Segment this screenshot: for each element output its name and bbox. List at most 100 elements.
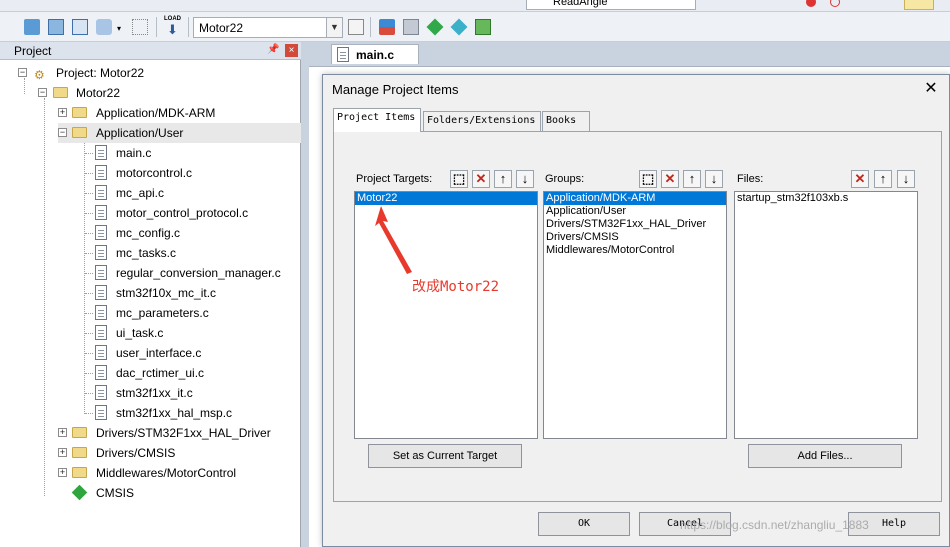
batch-build-icon[interactable] (96, 19, 112, 35)
tree-group-label: Middlewares/MotorControl (96, 466, 237, 480)
move-down-group-button[interactable]: ↓ (705, 170, 723, 188)
list-item-group[interactable]: Middlewares/MotorControl (544, 244, 726, 257)
file-icon (95, 265, 107, 280)
ok-button[interactable]: OK (538, 512, 630, 536)
collapse-icon[interactable]: − (18, 68, 27, 77)
tree-file[interactable]: regular_conversion_manager.c (85, 263, 301, 283)
folder-icon (72, 467, 87, 478)
target-select-value: Motor22 (199, 21, 244, 35)
list-item-group[interactable]: Application/User (544, 205, 726, 218)
load-icon[interactable]: LOAD ⬇ (164, 16, 182, 38)
close-icon[interactable]: ✕ (920, 78, 942, 100)
new-group-button[interactable]: ⬚ (639, 170, 657, 188)
tree-file[interactable]: dac_rctimer_ui.c (85, 363, 301, 383)
close-icon[interactable]: × (285, 44, 298, 57)
manage-components-icon[interactable] (379, 19, 395, 35)
tree-group[interactable]: + Middlewares/MotorControl (58, 463, 301, 483)
move-down-target-button[interactable]: ↓ (516, 170, 534, 188)
help-label: Help (881, 518, 907, 529)
collapse-icon[interactable]: − (58, 128, 67, 137)
tree-file[interactable]: user_interface.c (85, 343, 301, 363)
files-list[interactable]: startup_stm32f103xb.s (734, 191, 918, 439)
list-item-group[interactable]: Drivers/CMSIS (544, 231, 726, 244)
collapse-icon[interactable]: − (38, 88, 47, 97)
tree-file[interactable]: mc_parameters.c (85, 303, 301, 323)
tree-group[interactable]: + Drivers/CMSIS (58, 443, 301, 463)
add-files-button[interactable]: Add Files... (748, 444, 902, 468)
tab-main-c-label: main.c (356, 48, 395, 62)
tab-project-items-label: Project Items (337, 112, 416, 123)
tree-target[interactable]: − Motor22 (38, 83, 301, 103)
ok-label: OK (577, 518, 591, 529)
tree-file[interactable]: mc_tasks.c (85, 243, 301, 263)
expand-icon[interactable]: + (58, 428, 67, 437)
tree-group[interactable]: − Application/User (58, 123, 301, 143)
find-combo[interactable]: ReadAngle (526, 0, 696, 10)
stop-build-icon[interactable] (132, 19, 148, 35)
list-item-file[interactable]: startup_stm32f103xb.s (735, 192, 917, 205)
move-up-group-button[interactable]: ↑ (683, 170, 701, 188)
tree-cmsis[interactable]: CMSIS (58, 483, 301, 503)
delete-file-button[interactable]: ✕ (851, 170, 869, 188)
annotation-arrow (375, 206, 412, 274)
tree-file[interactable]: stm32f1xx_hal_msp.c (85, 403, 301, 423)
tree-file[interactable]: stm32f10x_mc_it.c (85, 283, 301, 303)
tree-file[interactable]: ui_task.c (85, 323, 301, 343)
manage-project-icon[interactable] (475, 19, 491, 35)
target-options-icon[interactable] (348, 19, 364, 35)
file-icon (95, 345, 107, 360)
tree-file[interactable]: motor_control_protocol.c (85, 203, 301, 223)
delete-target-button[interactable]: ✕ (472, 170, 490, 188)
pin-icon[interactable]: 📌 (267, 44, 279, 55)
breakpoint-icon[interactable] (830, 0, 840, 7)
list-item-group[interactable]: Application/MDK-ARM (544, 192, 726, 205)
list-item-group[interactable]: Drivers/STM32F1xx_HAL_Driver (544, 218, 726, 231)
tree-file-label: mc_config.c (116, 226, 181, 240)
tree-file-label: motor_control_protocol.c (116, 206, 249, 220)
move-up-file-button[interactable]: ↑ (874, 170, 892, 188)
tree-file[interactable]: mc_api.c (85, 183, 301, 203)
expand-icon[interactable]: + (58, 468, 67, 477)
tree-file[interactable]: stm32f1xx_it.c (85, 383, 301, 403)
tree-file-label: dac_rctimer_ui.c (116, 366, 205, 380)
rte-icon[interactable] (450, 18, 468, 36)
tree-group[interactable]: + Drivers/STM32F1xx_HAL_Driver (58, 423, 301, 443)
tab-books-label: Books (546, 115, 577, 126)
tree-file[interactable]: mc_config.c (85, 223, 301, 243)
groups-list[interactable]: Application/MDK-ARM Application/User Drive… (543, 191, 727, 439)
tree-file-label: stm32f1xx_hal_msp.c (116, 406, 233, 420)
tree-file[interactable]: main.c (85, 143, 301, 163)
select-packs-icon[interactable] (426, 18, 444, 36)
file-icon (95, 145, 107, 160)
delete-group-button[interactable]: ✕ (661, 170, 679, 188)
pack-installer-icon[interactable] (403, 19, 419, 35)
tree-project-root[interactable]: − ⚙ Project: Motor22 (18, 63, 301, 83)
tab-folders-extensions[interactable]: Folders/Extensions (423, 111, 541, 131)
translate-icon[interactable] (24, 19, 40, 35)
project-root-label: Project: Motor22 (56, 66, 145, 80)
expand-icon[interactable]: + (58, 108, 67, 117)
tree-group[interactable]: + Application/MDK-ARM (58, 103, 301, 123)
expand-icon[interactable]: + (58, 448, 67, 457)
tab-project-items[interactable]: Project Items (333, 108, 421, 132)
rebuild-icon[interactable] (72, 19, 88, 35)
tree-file[interactable]: motorcontrol.c (85, 163, 301, 183)
toolbar-divider (370, 17, 371, 37)
chevron-down-icon[interactable]: ▼ (326, 18, 342, 37)
chevron-down-icon[interactable]: ▾ (117, 24, 121, 33)
tree-file-label: regular_conversion_manager.c (116, 266, 281, 280)
build-icon[interactable] (48, 19, 64, 35)
target-select[interactable]: Motor22 ▼ (193, 17, 343, 38)
set-current-target-button[interactable]: Set as Current Target (368, 444, 522, 468)
window-icon[interactable] (904, 0, 934, 10)
tree-file-label: stm32f10x_mc_it.c (116, 286, 217, 300)
tab-books[interactable]: Books (542, 111, 590, 131)
stop-icon[interactable] (806, 0, 816, 7)
files-label: Files: (737, 173, 764, 185)
move-up-target-button[interactable]: ↑ (494, 170, 512, 188)
tab-main-c[interactable]: main.c (331, 44, 419, 64)
new-target-button[interactable]: ⬚ (450, 170, 468, 188)
tree-file-label: stm32f1xx_it.c (116, 386, 193, 400)
move-down-file-button[interactable]: ↓ (897, 170, 915, 188)
set-current-target-label: Set as Current Target (392, 450, 498, 462)
